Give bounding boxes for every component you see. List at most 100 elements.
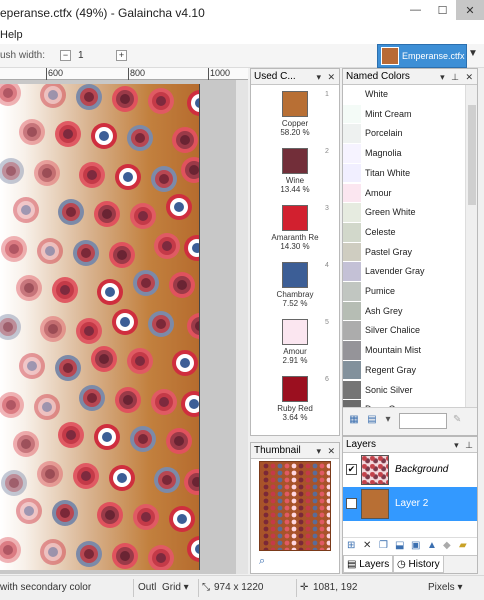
thumbnail-dot xyxy=(312,463,318,469)
thumbnail-dot xyxy=(326,498,330,504)
named-color-row[interactable]: Silver Chalice xyxy=(343,321,465,342)
pattern-dot xyxy=(117,250,127,260)
thumbnail-dot xyxy=(291,533,297,539)
brush-width-value[interactable]: 1 xyxy=(78,50,84,61)
outline-toggle[interactable]: Outl xyxy=(138,582,156,593)
cursor-icon: ✛ xyxy=(300,582,309,593)
canvas-vertical-scrollbar[interactable] xyxy=(236,80,248,574)
named-color-row[interactable]: Mint Cream xyxy=(343,104,465,125)
thumbnail-dot xyxy=(319,526,325,532)
thumbnail-dot xyxy=(298,540,304,546)
duplicate-layer-icon[interactable]: ❐ xyxy=(379,540,388,551)
tab-layers[interactable]: ▤ Layers xyxy=(343,556,394,573)
status-hint: with secondary color xyxy=(0,582,92,593)
units-dropdown[interactable]: Pixels ▾ xyxy=(428,582,462,593)
named-color-row[interactable]: Regent Gray xyxy=(343,360,465,381)
minimize-button[interactable]: — xyxy=(402,0,429,20)
thumbnail-dot xyxy=(270,470,276,476)
named-colors-list[interactable]: White Mint Cream Porcelain Magnolia Titan Wh… xyxy=(343,85,465,407)
pattern-dot xyxy=(177,280,187,290)
menu-help[interactable]: Help xyxy=(0,29,23,41)
pattern-dot xyxy=(24,283,34,293)
layer-row-background[interactable]: ✔ Background xyxy=(343,453,477,487)
named-colors-panel-buttons[interactable]: ▾ ⊥ ✕ xyxy=(440,69,475,84)
named-color-row[interactable]: Green White xyxy=(343,203,465,223)
thumbnail-dot xyxy=(319,498,325,504)
pattern-dot xyxy=(66,207,76,217)
pattern-dot xyxy=(9,478,19,488)
maximize-button[interactable]: ☐ xyxy=(429,0,456,20)
move-layer-down-icon[interactable]: ◆ xyxy=(443,540,451,551)
thumbnail-dot xyxy=(319,491,325,497)
zoom-icon[interactable]: ⌕ xyxy=(259,555,265,568)
named-color-row[interactable]: White xyxy=(343,85,465,105)
layers-panel-buttons[interactable]: ▾ ⊥ xyxy=(454,437,475,452)
color-name: Porcelain xyxy=(365,128,403,139)
canvas-area[interactable] xyxy=(0,80,248,574)
thumbnail-image[interactable] xyxy=(259,461,331,551)
layer-properties-icon[interactable]: ▣ xyxy=(411,540,420,551)
pattern-dot xyxy=(102,432,112,442)
used-color-item[interactable]: 6 Ruby Red 3.64 % xyxy=(251,376,339,422)
pattern-dot xyxy=(199,274,200,300)
eyedropper-icon[interactable]: ✎ xyxy=(453,414,467,428)
chevron-down-icon[interactable]: ▾ xyxy=(381,414,395,428)
pattern-dot xyxy=(120,551,130,561)
used-color-item[interactable]: 1 Copper 58.20 % xyxy=(251,91,339,137)
thumbnail-dot xyxy=(305,540,311,546)
move-layer-up-icon[interactable]: ▲ xyxy=(427,540,437,551)
brush-width-decrease-button[interactable]: − xyxy=(60,50,71,61)
status-separator xyxy=(133,579,134,597)
layer-visibility-checkbox[interactable]: ✔ xyxy=(346,464,357,475)
named-color-row[interactable]: Pumice xyxy=(343,282,465,302)
close-button[interactable]: ✕ xyxy=(456,0,484,20)
named-color-row[interactable]: Titan White xyxy=(343,163,465,184)
material-selector[interactable]: Emperanse.ctfx xyxy=(377,44,467,68)
color-name: Amaranth Re xyxy=(271,233,319,242)
used-color-item[interactable]: 5 Amour 2.91 % xyxy=(251,319,339,365)
material-dropdown-icon[interactable]: ▼ xyxy=(468,48,478,59)
layer-folder-icon[interactable]: ▰ xyxy=(459,540,467,551)
brush-width-increase-button[interactable]: + xyxy=(116,50,127,61)
used-colors-panel-buttons[interactable]: ▾ ✕ xyxy=(316,69,337,84)
scrollbar-thumb[interactable] xyxy=(468,105,476,205)
delete-layer-icon[interactable]: ✕ xyxy=(363,540,371,551)
used-color-item[interactable]: 4 Chambray 7.52 % xyxy=(251,262,339,308)
pattern-dot xyxy=(123,172,133,182)
used-color-item[interactable]: 3 Amaranth Re 14.30 % xyxy=(251,205,339,251)
grid-dropdown[interactable]: Grid ▾ xyxy=(162,582,189,593)
merge-layer-icon[interactable]: ⬓ xyxy=(395,540,404,551)
thumbnail-dot xyxy=(284,519,290,525)
add-layer-icon[interactable]: ⊞ xyxy=(347,540,355,551)
palette-icon[interactable]: ▤ xyxy=(365,414,379,428)
used-color-item[interactable]: 2 Wine 13.44 % xyxy=(251,148,339,194)
thumbnail-panel-buttons[interactable]: ▾ ✕ xyxy=(316,443,337,458)
thumbnail-dot xyxy=(284,512,290,518)
named-color-row[interactable]: Celeste xyxy=(343,222,465,243)
named-color-row[interactable]: Pastel Gray xyxy=(343,242,465,263)
grid-view-icon[interactable]: ▦ xyxy=(347,414,361,428)
named-color-row[interactable]: Ash Grey xyxy=(343,301,465,322)
named-colors-scrollbar[interactable] xyxy=(465,85,477,407)
pattern-dot xyxy=(87,170,97,180)
pattern-dot xyxy=(27,361,37,371)
pattern-dot xyxy=(102,209,112,219)
named-color-row[interactable]: Sonic Silver xyxy=(343,380,465,401)
named-color-row[interactable]: Amour xyxy=(343,183,465,204)
color-search-input[interactable] xyxy=(399,413,447,429)
thumbnail-dot xyxy=(284,491,290,497)
thumbnail-dot xyxy=(270,526,276,532)
layer-row-layer-2[interactable]: ✔ Layer 2 xyxy=(343,487,477,521)
title-bar: eperanse.ctfx (49%) - Galaincha v4.10 — … xyxy=(0,0,484,26)
thumbnail-dot xyxy=(277,477,283,483)
design-canvas[interactable] xyxy=(0,84,200,570)
named-color-row[interactable]: Porcelain xyxy=(343,124,465,145)
named-color-row[interactable]: Dove Gray xyxy=(343,400,465,407)
tab-history[interactable]: ◷ History xyxy=(393,556,444,573)
layer-visibility-checkbox[interactable]: ✔ xyxy=(346,498,357,509)
named-color-row[interactable]: Lavender Gray xyxy=(343,262,465,282)
pattern-dot xyxy=(81,471,91,481)
thumbnail-dot xyxy=(305,470,311,476)
named-color-row[interactable]: Magnolia xyxy=(343,144,465,164)
named-color-row[interactable]: Mountain Mist xyxy=(343,341,465,361)
